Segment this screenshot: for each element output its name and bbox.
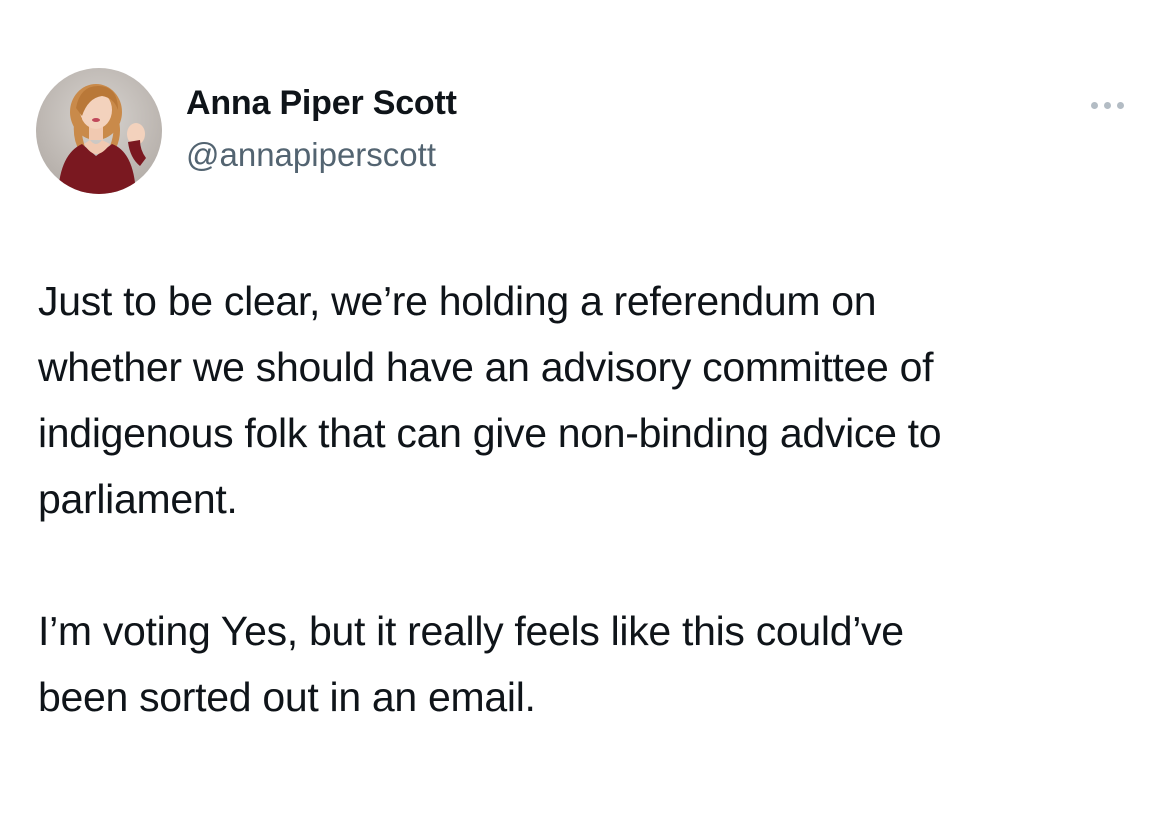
profile-photo-icon (58, 84, 146, 194)
dot-icon (1116, 101, 1124, 109)
author-display-name[interactable]: Anna Piper Scott (186, 84, 457, 123)
dot-icon (1090, 101, 1098, 109)
dot-icon (1103, 101, 1111, 109)
more-options-icon[interactable] (1082, 92, 1132, 118)
tweet-paragraph: Just to be clear, we’re holding a refere… (38, 278, 942, 522)
tweet-text: Just to be clear, we’re holding a refere… (38, 268, 1148, 730)
author-avatar[interactable] (36, 68, 162, 194)
tweet-paragraph: I’m voting Yes, but it really feels like… (38, 608, 904, 720)
author-handle[interactable]: @annapiperscott (186, 136, 436, 174)
tweet-card: Anna Piper Scott @annapiperscott Just to… (0, 0, 1170, 821)
